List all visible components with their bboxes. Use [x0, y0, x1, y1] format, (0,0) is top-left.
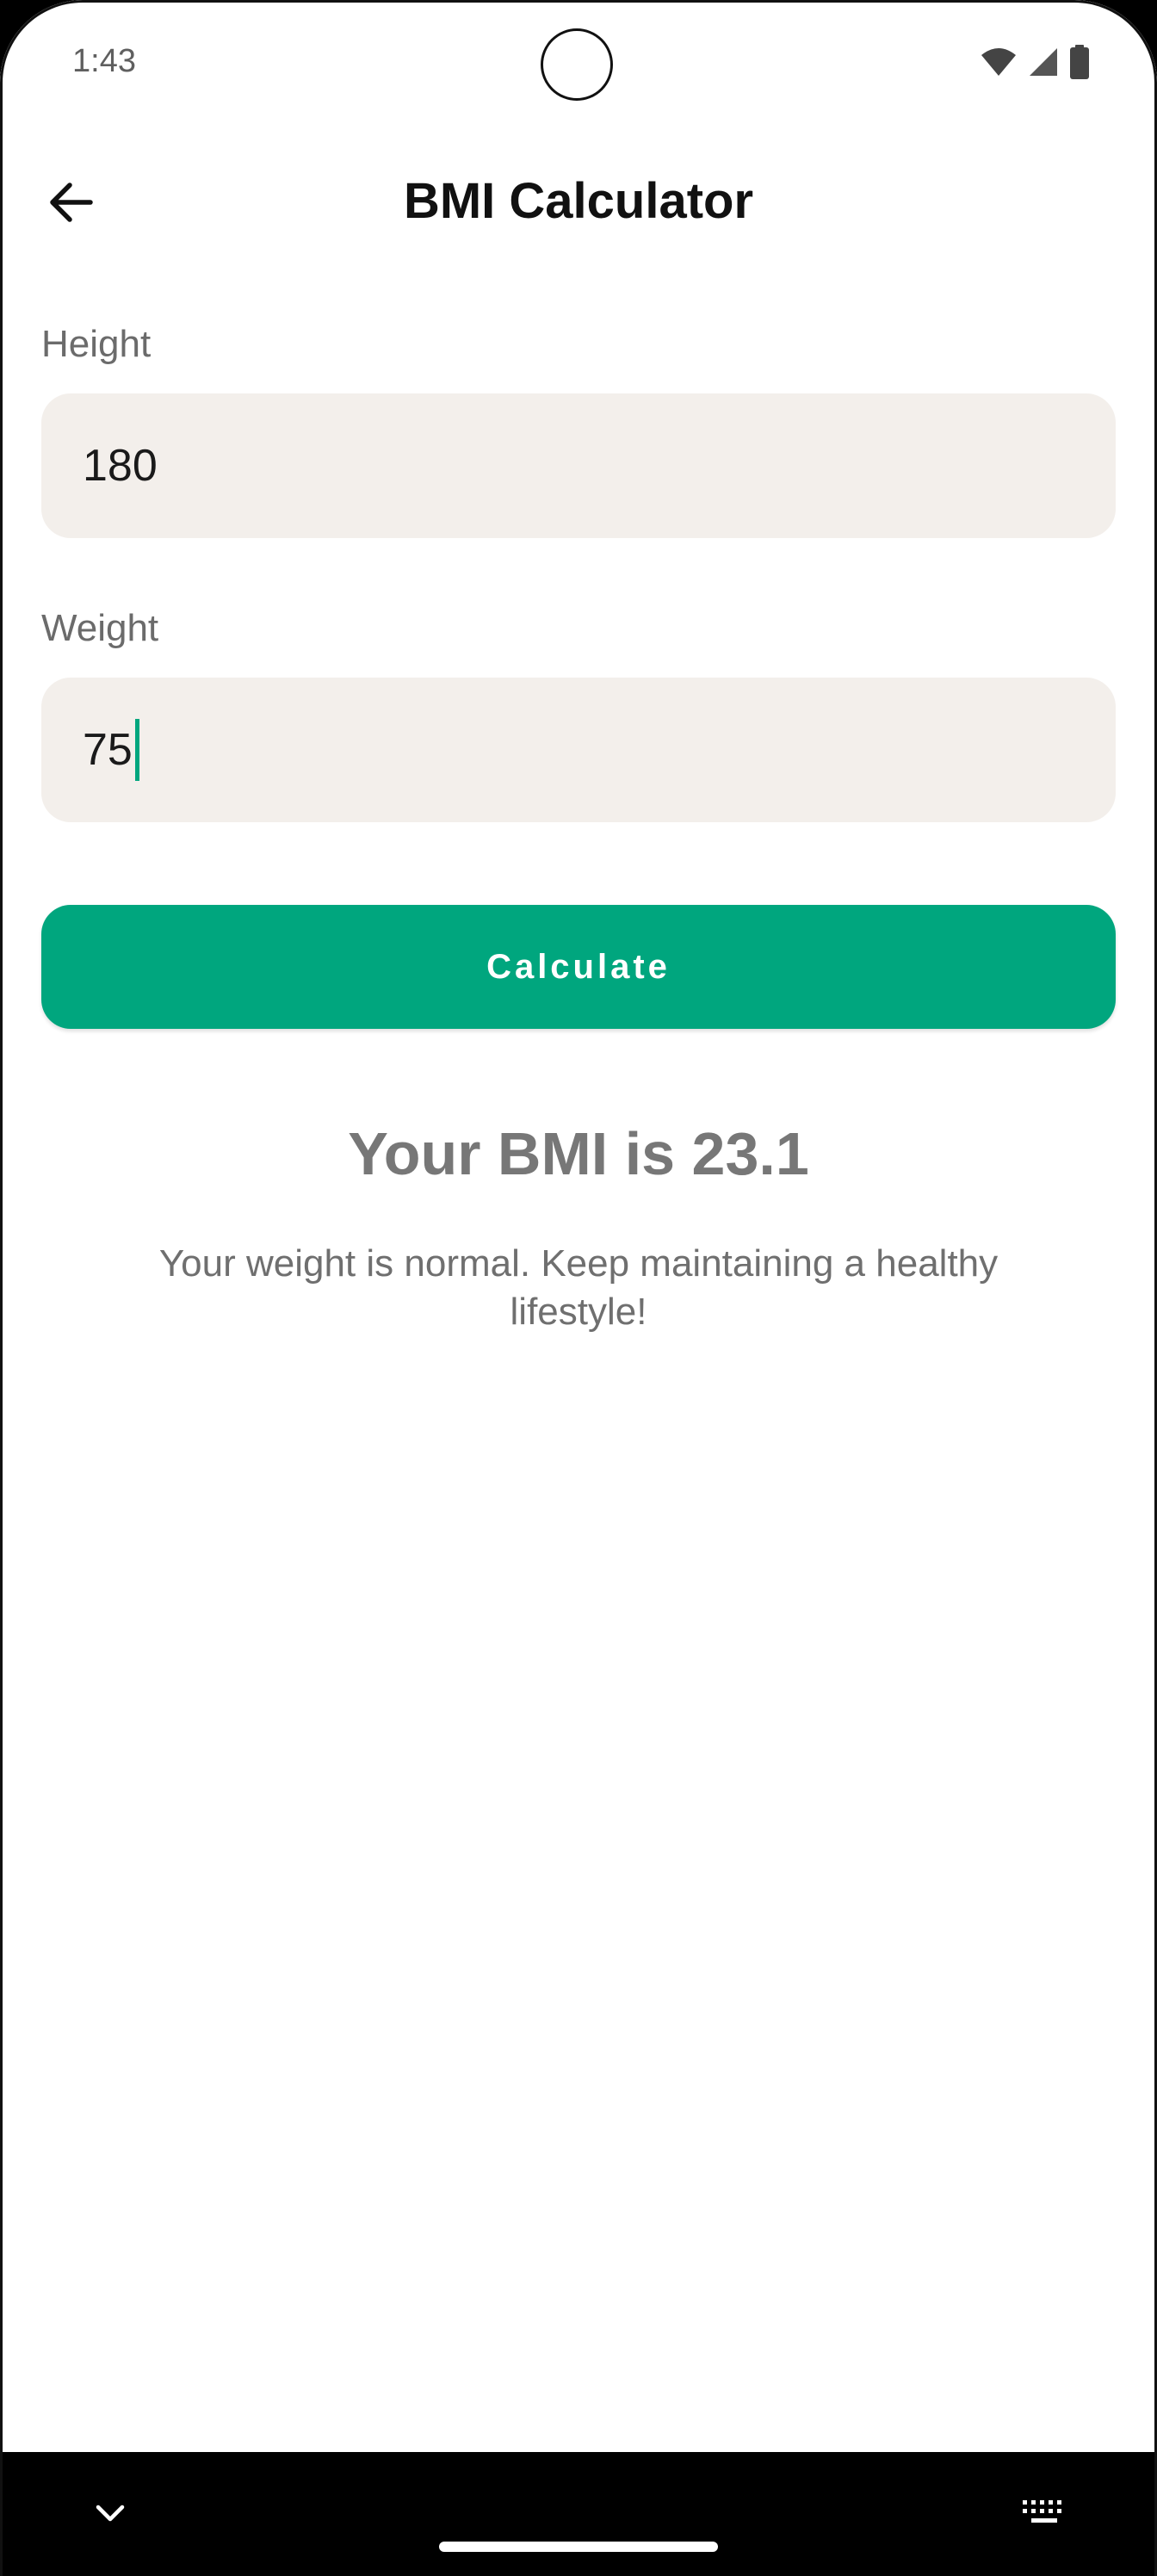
bmi-result-title: Your BMI is 23.1 — [348, 1120, 809, 1187]
wifi-icon — [980, 46, 1018, 82]
screen: 1:43 BMI Calculator Height 180 Weight 75… — [0, 0, 1157, 2576]
battery-icon — [1069, 45, 1090, 84]
calculate-label: Calculate — [486, 947, 671, 986]
home-handle[interactable] — [439, 2542, 718, 2552]
chevron-down-icon[interactable] — [91, 2495, 129, 2533]
bmi-result-description: Your weight is normal. Keep maintaining … — [158, 1242, 999, 1333]
status-bar: 1:43 — [0, 0, 1157, 129]
keyboard-icon[interactable] — [1021, 2497, 1067, 2528]
navigation-bar — [0, 2452, 1157, 2576]
signal-icon — [1028, 46, 1059, 82]
status-time: 1:43 — [72, 43, 136, 79]
camera-cutout — [541, 28, 613, 101]
weight-field[interactable]: 75 — [41, 678, 1116, 822]
text-cursor — [134, 719, 139, 781]
height-value: 180 — [83, 441, 158, 491]
page-title: BMI Calculator — [403, 173, 754, 229]
app-bar: BMI Calculator — [0, 146, 1157, 258]
height-label: Height — [41, 323, 152, 365]
status-icons — [980, 45, 1090, 84]
height-field[interactable]: 180 — [41, 393, 1116, 538]
weight-value: 75 — [83, 725, 133, 775]
calculate-button[interactable]: Calculate — [41, 905, 1116, 1029]
weight-label: Weight — [41, 607, 159, 649]
